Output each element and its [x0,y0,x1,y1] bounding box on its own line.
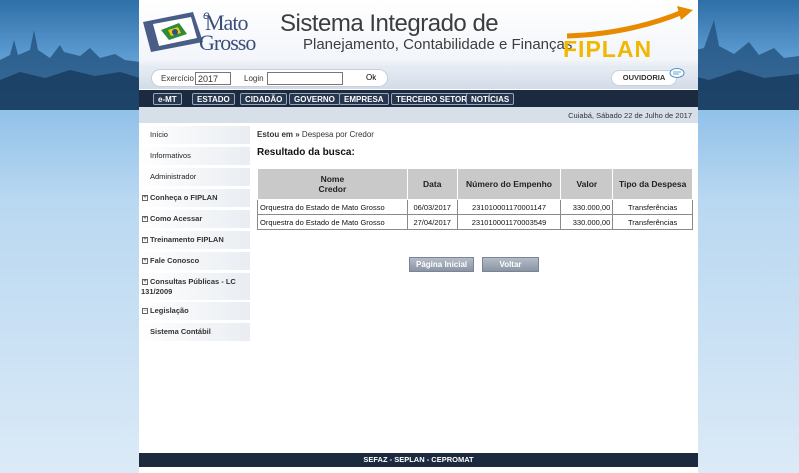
login-bar: Exercício Login Ok OUVIDORIA [139,68,698,89]
sidebar-item-label: Sistema Contábil [150,327,211,336]
login-label: Login [244,74,264,83]
sidebar-item-fale-conosco[interactable]: + Fale Conosco [139,252,250,271]
cell-data: 06/03/2017 [406,199,458,215]
nav-item-noticias[interactable]: NOTÍCIAS [466,93,515,105]
sidebar-item-como-acessar[interactable]: + Como Acessar [139,210,250,229]
column-header-data: Data [406,168,458,200]
site-header: e Mato Grosso Sistema Integrado de Plane… [139,0,698,68]
sidebar-item-label: Conheça o FIPLAN [150,193,218,202]
sidebar-item-conheca-fiplan[interactable]: + Conheça o FIPLAN [139,189,250,208]
breadcrumb-prefix: Estou em » [257,130,300,139]
home-page-button[interactable]: Página Inicial [409,257,475,272]
back-button[interactable]: Voltar [482,257,539,272]
cell-data: 27/04/2017 [406,214,458,230]
sidebar-item-label: Início [150,130,168,139]
column-header-numero-empenho: Número do Empenho [456,168,562,200]
login-form: Exercício Login Ok [151,69,388,87]
sidebar-item-treinamento[interactable]: + Treinamento FIPLAN [139,231,250,250]
system-subtitle: Planejamento, Contabilidade e Finanças [303,36,573,53]
table-header-row: Nome Credor Data Número do Empenho Valor… [257,168,693,200]
sidebar-item-label: Consultas Públicas - LC [150,277,236,286]
speech-bubble-icon[interactable] [669,68,685,80]
sidebar-item-label: Informativos [150,151,191,160]
exercicio-input[interactable] [195,72,231,85]
header-credor: Credor [318,184,347,194]
cell-empenho: 231010001170003549 [456,214,562,230]
sidebar: Início Informativos Administrador + Conh… [139,123,250,453]
sidebar-item-administrador[interactable]: Administrador [139,168,250,187]
login-input[interactable] [267,72,343,85]
system-title: Sistema Integrado de [280,10,499,37]
sidebar-item-label-line2: 131/2009 [141,287,173,296]
page-container: e Mato Grosso Sistema Integrado de Plane… [139,0,698,473]
cell-valor: 330.000,00 [560,214,614,230]
column-header-valor: Valor [560,168,614,200]
sidebar-item-consultas-publicas[interactable]: + Consultas Públicas - LC 131/2009 [139,273,250,301]
breadcrumb: Estou em » Despesa por Credor [257,130,374,139]
results-table: Nome Credor Data Número do Empenho Valor… [257,168,693,230]
sidebar-item-inicio[interactable]: Início [139,126,250,145]
cell-tipo: Transferências [612,199,693,215]
expand-icon[interactable]: + [142,237,148,243]
table-row: Orquestra do Estado de Mato Grosso 27/04… [257,214,693,230]
sidebar-item-label: Fale Conosco [150,256,200,265]
sidebar-item-label: Como Acessar [150,214,203,223]
collapse-icon[interactable]: − [142,308,148,314]
result-title: Resultado da busca: [257,147,355,158]
table-row: Orquestra do Estado de Mato Grosso 06/03… [257,199,693,215]
cell-tipo: Transferências [612,214,693,230]
fiplan-brand: FIPLAN [563,36,653,62]
header-nome: Nome [320,174,345,184]
expand-icon[interactable]: + [142,216,148,222]
sidebar-item-sistema-contabil[interactable]: Sistema Contábil [139,323,250,342]
nav-item-empresa[interactable]: EMPRESA [339,93,389,105]
nav-item-governo[interactable]: GOVERNO [289,93,340,105]
footer: SEFAZ - SEPLAN - CEPROMAT [139,453,698,467]
sidebar-item-label: Administrador [150,172,197,181]
breadcrumb-current: Despesa por Credor [301,130,374,139]
sidebar-item-label: Legislação [150,306,189,315]
nav-item-terceiro-setor[interactable]: TERCEIRO SETOR [391,93,472,105]
sidebar-item-informativos[interactable]: Informativos [139,147,250,166]
cell-credor: Orquestra do Estado de Mato Grosso [257,214,408,230]
flag-icon [143,12,203,52]
ok-button[interactable]: Ok [366,73,376,82]
expand-icon[interactable]: + [142,195,148,201]
sidebar-item-legislacao[interactable]: − Legislação [139,302,250,321]
nav-item-emt[interactable]: e-MT [153,93,182,105]
expand-icon[interactable]: + [142,258,148,264]
exercicio-label: Exercício [161,74,194,83]
column-header-tipo-despesa: Tipo da Despesa [612,168,693,200]
sidebar-item-label: Treinamento FIPLAN [150,235,224,244]
nav-item-estado[interactable]: ESTADO [192,93,235,105]
cell-empenho: 231010001170001147 [456,199,562,215]
logo-text-grosso: Grosso [199,30,256,55]
date-bar: Cuiabá, Sábado 22 de Julho de 2017 [139,107,698,123]
mato-grosso-logo[interactable]: e Mato Grosso [141,8,269,62]
top-nav: e-MT ESTADO CIDADÃO GOVERNO EMPRESA TERC… [139,90,698,107]
nav-item-cidadao[interactable]: CIDADÃO [240,93,288,105]
ouvidoria-button[interactable]: OUVIDORIA [611,70,677,86]
cell-valor: 330.000,00 [560,199,614,215]
city-skyline-decoration-left [0,30,140,110]
column-header-nome-credor: Nome Credor [257,168,408,200]
current-date: Cuiabá, Sábado 22 de Julho de 2017 [568,111,692,120]
cell-credor: Orquestra do Estado de Mato Grosso [257,199,408,215]
expand-icon[interactable]: + [142,279,148,285]
